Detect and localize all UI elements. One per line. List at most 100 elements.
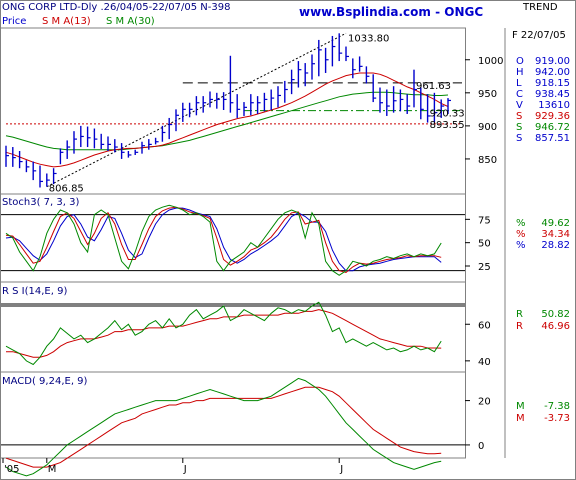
ohlc-value: 938.45	[535, 89, 570, 100]
price-bar	[256, 96, 261, 114]
price-bar	[229, 55, 234, 113]
site-header: www.Bsplindia.com - ONGC	[299, 5, 483, 19]
macd-value: -7.38	[544, 401, 570, 412]
price-y-tick-label: 850	[478, 155, 497, 166]
stoch-label: %	[516, 218, 526, 229]
stoch-y-tick-label: 25	[478, 262, 491, 273]
price-bar	[161, 125, 166, 142]
price-annotation: 961.63	[416, 81, 451, 92]
price-bar	[236, 94, 241, 118]
price-y-tick-label: 1000	[478, 56, 503, 67]
price-bar	[209, 91, 213, 108]
stoch-label: %	[516, 229, 526, 240]
price-bar	[80, 125, 84, 148]
price-bar	[25, 160, 30, 173]
chart-canvas: ONG CORP LTD-Dly .26/04/05-22/07/05 N-39…	[0, 0, 576, 480]
price-bar	[86, 126, 91, 148]
x-tick-label: '05	[4, 464, 19, 475]
price-annotation: 1033.80	[348, 33, 389, 44]
rsi-title: R S I(14,E, 9)	[2, 286, 67, 297]
macd-y-tick-label: 20	[478, 397, 491, 408]
price-bar	[52, 168, 57, 185]
price-y-tick-label: 900	[478, 122, 497, 133]
price-bar	[297, 61, 302, 88]
price-annotation: 893.55	[430, 120, 465, 131]
price-bar	[127, 151, 132, 158]
ohlc-label: H	[516, 67, 524, 78]
ohlc-label: V	[516, 100, 523, 111]
price-bar	[277, 86, 281, 108]
ohlc-value: 946.72	[535, 122, 570, 133]
price-bar	[134, 149, 139, 155]
legend-sma30: S M A(30)	[106, 16, 155, 27]
rsi-line	[5, 301, 442, 366]
stoch-label: %	[516, 240, 526, 251]
rsi-value: 50.82	[541, 309, 570, 320]
price-bar	[148, 139, 152, 150]
x-tick-label: J	[183, 464, 187, 475]
price-bar	[93, 128, 98, 149]
sma30-line	[5, 91, 449, 151]
price-bar	[270, 89, 275, 111]
price-bar	[120, 143, 125, 159]
price-bar	[284, 80, 288, 103]
price-y-tick-label: 950	[478, 89, 497, 100]
price-bar	[399, 89, 404, 112]
price-bar	[311, 54, 315, 80]
rsi-label: R	[516, 309, 523, 320]
macd-panel: 20 0	[1, 377, 491, 477]
rsi-label: R	[516, 321, 523, 332]
x-axis: '05 M J J	[2, 458, 343, 475]
stoch-y-tick-label: 50	[478, 239, 491, 250]
rsi-y-tick-label: 40	[478, 357, 491, 368]
rsi-value: 46.96	[541, 321, 570, 332]
ohlc-value: 929.36	[535, 111, 570, 122]
price-bar	[73, 131, 77, 154]
stoch-d-line	[5, 206, 442, 274]
ohlc-label: S	[516, 133, 522, 144]
ohlc-value: 919.00	[535, 56, 570, 67]
price-bar	[372, 74, 377, 103]
price-bar	[290, 69, 295, 95]
price-annotation: 806.85	[49, 183, 84, 194]
rsi-signal-line	[6, 309, 442, 358]
side-panel: F 22/07/05 O 919.00 H 942.00 L 918.15 C 938.45 V…	[512, 30, 570, 424]
price-bar	[386, 89, 390, 116]
stoch-title: Stoch3( 7, 3, 3)	[2, 197, 79, 208]
stoch-panel: 75 50 25	[1, 204, 491, 276]
rsi-panel: 60 40	[1, 301, 491, 368]
price-bar	[420, 87, 424, 120]
price-bar	[32, 161, 37, 181]
ohlc-label: S	[516, 111, 522, 122]
ohlc-label: L	[516, 78, 522, 89]
price-bar	[18, 151, 23, 169]
price-bar	[243, 102, 247, 116]
price-panel: 1000 950 900 850 1033.80 961.63 920.33893.55 80…	[5, 32, 503, 194]
x-tick-label: M	[48, 464, 57, 475]
macd-value: -3.73	[544, 413, 570, 424]
price-bar	[114, 139, 118, 153]
price-bar	[175, 109, 179, 132]
macd-label: M	[516, 413, 525, 424]
price-bar	[358, 56, 363, 72]
price-bar	[39, 165, 43, 188]
stoch-value: 34.34	[541, 229, 570, 240]
price-bar	[216, 92, 220, 109]
macd-signal-line	[5, 386, 442, 468]
sma13-line	[5, 72, 449, 168]
stoch-y-tick-label: 75	[478, 215, 491, 226]
rsi-y-tick-label: 60	[478, 320, 491, 331]
price-bar	[324, 47, 329, 73]
macd-y-tick-label: 0	[478, 441, 484, 452]
rsi-panel-frame	[0, 281, 466, 373]
price-bar	[318, 39, 322, 77]
ohlc-value: 918.15	[535, 78, 570, 89]
price-bar	[352, 58, 356, 79]
price-bar	[182, 102, 186, 122]
ohlc-label: C	[516, 89, 523, 100]
ohlc-value: 13610	[538, 100, 570, 111]
price-bar	[345, 46, 349, 62]
ohlc-label: S	[516, 122, 522, 133]
legend-price: Price	[2, 16, 26, 27]
price-bar	[168, 117, 173, 140]
